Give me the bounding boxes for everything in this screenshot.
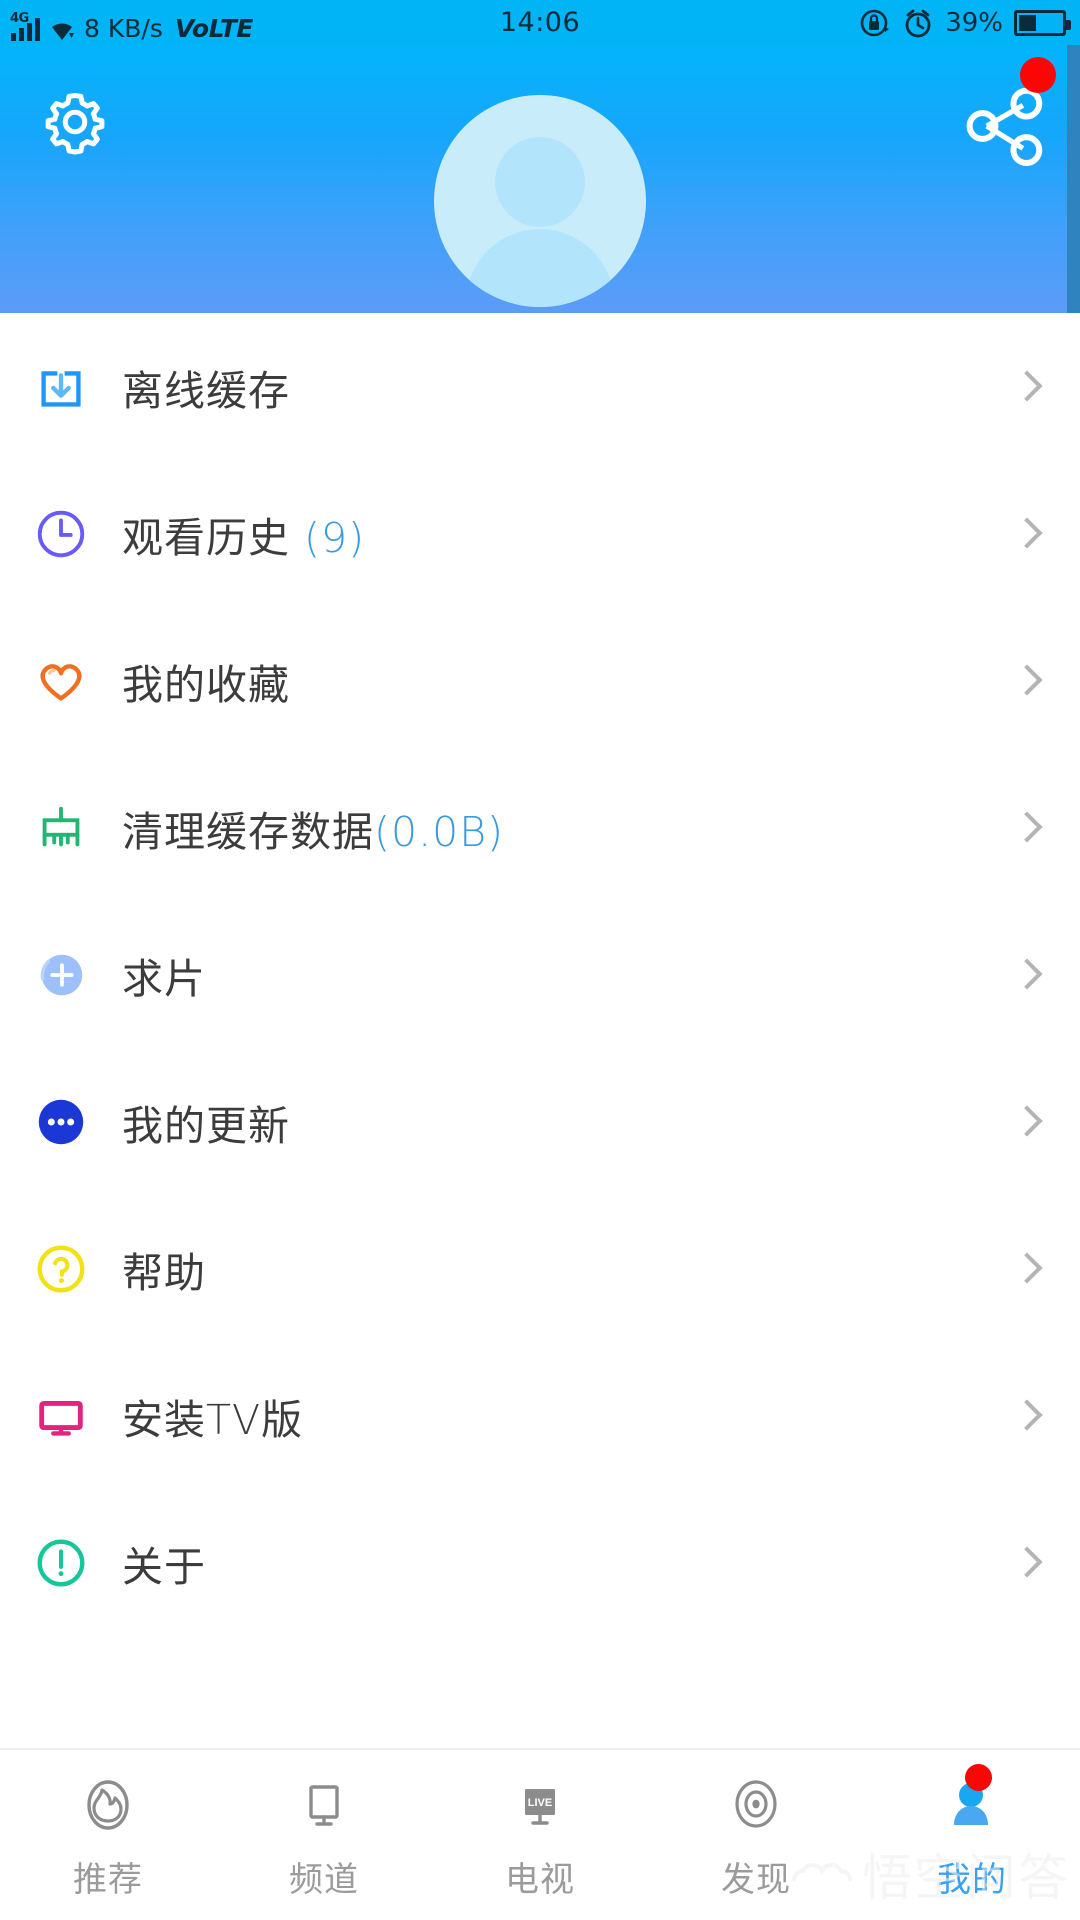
tv-monitor-icon	[30, 1385, 92, 1447]
status-bar-right: 39%	[859, 7, 1071, 39]
menu-item-label: 清理缓存数据(0.0B)	[122, 807, 505, 856]
nav-tab-label: 推荐	[73, 1860, 143, 1900]
bottom-nav: 推荐 频道 LIVE 电视 发现 我的	[0, 1750, 1080, 1920]
broom-icon	[30, 797, 92, 859]
alarm-icon	[905, 9, 931, 37]
nav-tab-mine[interactable]: 我的	[864, 1750, 1080, 1901]
menu-list: 离线缓存 观看历史 (9) 我的收藏 清理缓存数据(0.0B) 求片 我的更新 …	[0, 313, 1080, 1636]
info-circle-icon	[30, 1532, 92, 1594]
menu-item-label: 关于	[122, 1542, 206, 1591]
chevron-right-icon	[1014, 812, 1036, 844]
nav-notification-badge	[965, 1764, 992, 1791]
chevron-right-icon	[1014, 1253, 1036, 1285]
flame-icon	[75, 1772, 141, 1838]
gear-icon[interactable]	[36, 83, 114, 161]
nav-tab-label: 我的	[937, 1860, 1007, 1900]
question-circle-icon	[30, 1238, 92, 1300]
menu-item-label: 我的更新	[122, 1101, 290, 1150]
plus-circle-icon	[30, 944, 92, 1006]
chevron-right-icon	[1014, 518, 1036, 550]
menu-item-my-favorites[interactable]: 我的收藏	[0, 607, 1080, 754]
nav-tab-label: 发现	[721, 1860, 791, 1900]
dots-circle-icon	[30, 1091, 92, 1153]
nav-tab-label: 电视	[505, 1860, 575, 1900]
app-screen: 4G 8 KB/s VoLTE 14:06 39% 离线缓存 观看历史 (9) …	[0, 0, 1080, 1920]
share-icon[interactable]	[961, 83, 1047, 169]
chevron-right-icon	[1014, 665, 1036, 697]
profile-header	[0, 45, 1080, 313]
status-bar: 4G 8 KB/s VoLTE 14:06 39%	[0, 0, 1080, 45]
monitor-icon	[291, 1772, 357, 1838]
download-box-icon	[30, 356, 92, 418]
clock-icon	[30, 503, 92, 565]
nav-tab-tv[interactable]: LIVE 电视	[432, 1750, 648, 1901]
rotation-lock-icon	[860, 9, 890, 36]
live-tv-icon: LIVE	[507, 1772, 573, 1838]
chevron-right-icon	[1014, 371, 1036, 403]
avatar[interactable]	[434, 95, 646, 307]
menu-item-label: 离线缓存	[122, 366, 290, 415]
battery-icon	[1014, 9, 1071, 36]
menu-item-label: 安装TV版	[122, 1395, 304, 1444]
menu-item-label: 帮助	[122, 1248, 206, 1297]
menu-item-help[interactable]: 帮助	[0, 1195, 1080, 1342]
nav-tab-discover[interactable]: 发现	[648, 1750, 864, 1901]
nav-tab-recommend[interactable]: 推荐	[0, 1750, 216, 1901]
eye-target-icon	[723, 1772, 789, 1838]
menu-item-label: 我的收藏	[122, 660, 290, 709]
menu-item-watch-history[interactable]: 观看历史 (9)	[0, 460, 1080, 607]
heart-icon	[30, 650, 92, 712]
menu-item-label: 观看历史 (9)	[122, 513, 366, 562]
share-notification-badge	[1020, 57, 1056, 93]
nav-tab-channel[interactable]: 频道	[216, 1750, 432, 1901]
battery-percent-label: 39%	[945, 7, 1003, 38]
menu-item-my-updates[interactable]: 我的更新	[0, 1048, 1080, 1195]
menu-item-offline-cache[interactable]: 离线缓存	[0, 313, 1080, 460]
menu-item-about[interactable]: 关于	[0, 1489, 1080, 1636]
menu-item-request-video[interactable]: 求片	[0, 901, 1080, 1048]
chevron-right-icon	[1014, 1106, 1036, 1138]
default-avatar-icon	[495, 137, 585, 227]
menu-item-clear-cache[interactable]: 清理缓存数据(0.0B)	[0, 754, 1080, 901]
nav-tab-label: 频道	[289, 1860, 359, 1900]
menu-item-label: 求片	[122, 954, 206, 1003]
chevron-right-icon	[1014, 959, 1036, 991]
chevron-right-icon	[1014, 1547, 1036, 1579]
menu-item-install-tv[interactable]: 安装TV版	[0, 1342, 1080, 1489]
chevron-right-icon	[1014, 1400, 1036, 1432]
svg-text:LIVE: LIVE	[528, 1797, 552, 1809]
